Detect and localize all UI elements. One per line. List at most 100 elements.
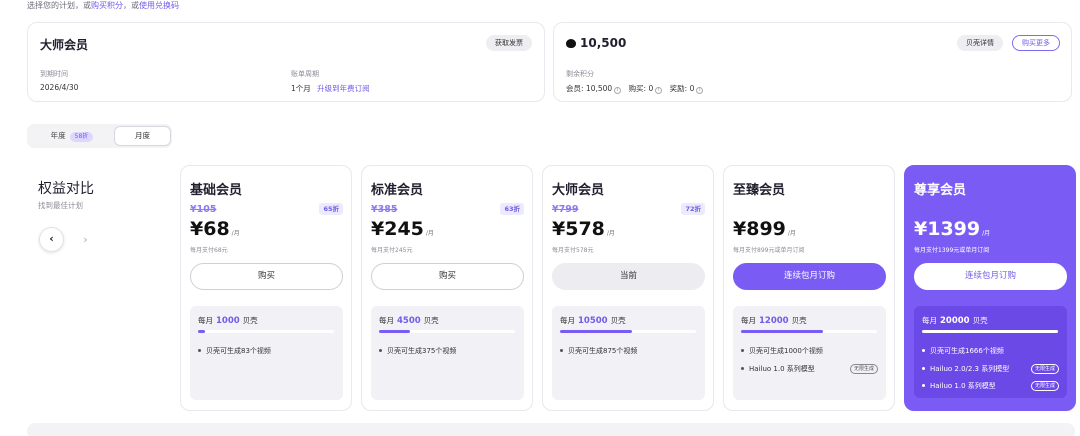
purchase-credits-value: 0 <box>648 84 654 93</box>
quota-suffix: 贝壳 <box>610 316 626 325</box>
plan-billing-note: 每月支付899元或单月订阅 <box>733 247 805 254</box>
plan-card-ultimate: 尊享会员 ¥1399/月 每月支付1399元或单月订阅 连续包月订购 每月 200… <box>904 165 1076 411</box>
quota-amount: 1000 <box>216 316 240 326</box>
toggle-annual-label: 年度 <box>50 131 66 140</box>
info-icon[interactable]: i <box>655 87 663 94</box>
quota-header: 每月 4500 贝壳 <box>379 315 439 326</box>
quota-box: 每月 1000 贝壳 贝壳可生成83个视频 <box>190 306 343 400</box>
quota-bar <box>379 330 515 333</box>
bottom-section <box>27 423 1075 436</box>
remaining-credits-label: 剩余积分 <box>566 70 594 78</box>
quota-bar <box>922 330 1058 333</box>
credits-balance: 10,500 <box>566 36 626 50</box>
plan-discount-badge: 72折 <box>681 203 705 215</box>
subscribe-monthly-button[interactable]: 连续包月订购 <box>914 263 1067 290</box>
buy-credits-link[interactable]: 购买积分 <box>91 1 123 10</box>
credits-card: 10,500 贝壳详情 购买更多 剩余积分 会员: 10,500 i 购买: 0i… <box>553 22 1072 102</box>
quota-suffix: 贝壳 <box>791 316 807 325</box>
compare-subtitle: 找到最佳计划 <box>38 201 83 210</box>
quota-bar-fill <box>379 330 411 333</box>
unlimited-tag: 无限生成 <box>1030 364 1059 374</box>
feature-item: Hailuo 1.0 系列模型 <box>741 364 815 374</box>
expiry-label: 到期时间 <box>40 70 68 78</box>
current-plan-button[interactable]: 当前 <box>552 263 705 290</box>
feature-item: Hailuo 1.0 系列模型 <box>922 381 996 391</box>
reward-credits-label: 奖励: <box>669 84 688 93</box>
redeem-code-link[interactable]: 使用兑换码 <box>139 1 179 10</box>
quota-prefix: 每月 <box>560 316 575 325</box>
plan-billing-note: 每月支付68元 <box>190 247 228 254</box>
plan-price-unit: /月 <box>982 230 991 237</box>
unlimited-tag: 无限生成 <box>849 364 878 374</box>
top-note-prefix: 选择您的计划，或 <box>27 1 91 10</box>
plan-billing-note: 每月支付578元 <box>552 247 594 254</box>
plan-price-value: ¥245 <box>371 218 424 240</box>
quota-bar-fill <box>560 330 633 333</box>
info-icon[interactable]: i <box>696 87 704 94</box>
quota-bar <box>741 330 877 333</box>
quota-prefix: 每月 <box>922 316 937 325</box>
plan-card-basic: 基础会员 ¥105 65折 ¥68/月 每月支付68元 购买 每月 1000 贝壳 … <box>180 165 352 411</box>
plan-price: ¥899/月 <box>733 218 796 240</box>
credits-breakdown: 会员: 10,500 i 购买: 0i 奖励: 0i <box>566 83 708 94</box>
plan-price-value: ¥68 <box>190 218 230 240</box>
annual-discount-badge: 58折 <box>69 132 94 142</box>
plan-original-price: ¥385 <box>371 204 398 215</box>
feature-item: 贝壳可生成1666个视频 <box>922 346 1004 356</box>
plan-card-standard: 标准会员 ¥385 63折 ¥245/月 每月支付245元 购买 每月 4500 贝… <box>361 165 533 411</box>
feature-item: 贝壳可生成83个视频 <box>198 346 271 356</box>
unlimited-tag: 无限生成 <box>1030 381 1059 391</box>
buy-button[interactable]: 购买 <box>371 263 524 290</box>
upgrade-annual-link[interactable]: 升级到年费订阅 <box>317 84 370 93</box>
shell-details-button[interactable]: 贝壳详情 <box>957 35 1003 51</box>
quota-suffix: 贝壳 <box>242 316 258 325</box>
plan-name: 尊享会员 <box>914 183 967 198</box>
quota-amount: 20000 <box>940 316 970 326</box>
credits-balance-value: 10,500 <box>580 36 627 50</box>
billing-cycle-value: 1个月 升级到年费订阅 <box>291 83 370 94</box>
quota-prefix: 每月 <box>741 316 756 325</box>
shell-icon <box>566 39 576 48</box>
billing-cycle-label: 账单周期 <box>291 70 319 78</box>
plan-discount-badge: 65折 <box>319 203 343 215</box>
quota-prefix: 每月 <box>379 316 394 325</box>
toggle-annual[interactable]: 年度 58折 <box>31 127 113 145</box>
quota-header: 每月 10500 贝壳 <box>560 315 626 326</box>
quota-bar-fill <box>198 330 205 333</box>
quota-amount: 10500 <box>578 316 608 326</box>
buy-more-button[interactable]: 购买更多 <box>1012 35 1060 51</box>
chevron-right-icon[interactable]: › <box>73 227 98 252</box>
quota-bar-fill <box>922 330 1058 333</box>
plan-price-value: ¥899 <box>733 218 786 240</box>
billing-cycle-text: 1个月 <box>291 84 311 93</box>
reward-credits-value: 0 <box>689 84 695 93</box>
quota-box: 每月 12000 贝壳 贝壳可生成1000个视频 Hailuo 1.0 系列模型 无… <box>733 306 886 400</box>
plan-price: ¥245/月 <box>371 218 434 240</box>
plan-price: ¥578/月 <box>552 218 615 240</box>
quota-box: 每月 10500 贝壳 贝壳可生成875个视频 <box>552 306 705 400</box>
plan-price: ¥1399/月 <box>914 218 990 240</box>
membership-card: 大师会员 获取发票 到期时间 2026/4/30 账单周期 1个月 升级到年费订… <box>27 22 545 102</box>
quota-suffix: 贝壳 <box>972 316 988 325</box>
plan-original-price: ¥799 <box>552 204 579 215</box>
get-invoice-button[interactable]: 获取发票 <box>486 35 532 51</box>
purchase-credits-label: 购买: <box>628 84 647 93</box>
top-note-mid: ，或 <box>123 1 139 10</box>
quota-bar <box>198 330 334 333</box>
plan-billing-note: 每月支付245元 <box>371 247 413 254</box>
toggle-monthly[interactable]: 月度 <box>114 126 171 146</box>
quota-box: 每月 4500 贝壳 贝壳可生成375个视频 <box>371 306 524 400</box>
subscribe-monthly-button[interactable]: 连续包月订购 <box>733 263 886 290</box>
info-icon[interactable]: i <box>614 87 622 94</box>
plan-price-value: ¥1399 <box>914 218 981 240</box>
plan-price-unit: /月 <box>425 230 434 237</box>
quota-suffix: 贝壳 <box>423 316 439 325</box>
plan-price-value: ¥578 <box>552 218 605 240</box>
buy-button[interactable]: 购买 <box>190 263 343 290</box>
chevron-left-icon[interactable]: ‹ <box>39 227 64 252</box>
quota-header: 每月 20000 贝壳 <box>922 315 988 326</box>
quota-amount: 12000 <box>759 316 789 326</box>
quota-header: 每月 1000 贝壳 <box>198 315 258 326</box>
feature-item: Hailuo 2.0/2.3 系列模型 <box>922 364 1009 374</box>
plan-billing-note: 每月支付1399元或单月订阅 <box>914 247 990 254</box>
